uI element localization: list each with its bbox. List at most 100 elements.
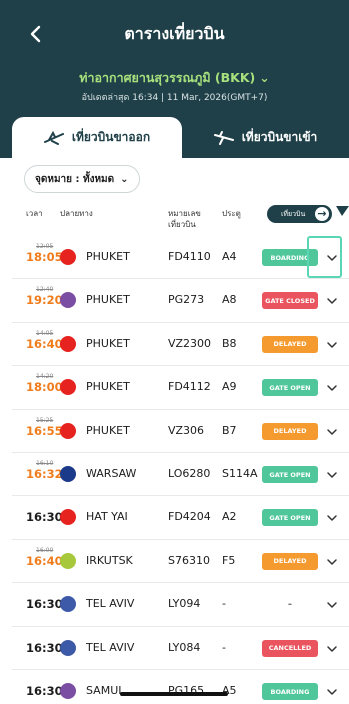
departure-time: 19:20 xyxy=(26,293,63,308)
flight-row[interactable]: 16:30 TEL AVIV LY084 - CANCELLED xyxy=(0,627,349,670)
status-badge: DELAYED xyxy=(262,422,318,440)
expand-button[interactable] xyxy=(325,467,339,481)
scheduled-time: 15:25 xyxy=(36,416,54,424)
expand-button[interactable] xyxy=(325,597,339,611)
chevron-down-icon xyxy=(327,515,337,522)
flight-row[interactable]: 12:40 19:20 PHUKET PG273 A8 GATE CLOSED xyxy=(0,279,349,322)
destination-filter[interactable]: จุดหมาย : ทั้งหมด ⌄ xyxy=(24,165,140,193)
vietjet-logo xyxy=(60,335,76,352)
departure-time: 16:30 xyxy=(26,640,63,655)
gate: F5 xyxy=(222,553,236,567)
departure-time: 16:55 xyxy=(26,423,63,438)
expand-button[interactable] xyxy=(325,510,339,524)
chevron-down-icon xyxy=(327,428,337,435)
departure-time: 16:40 xyxy=(26,553,63,568)
tab-departures-label: เที่ยวบินขาออก xyxy=(71,130,151,144)
flight-row[interactable]: 16:30 TEL AVIV LY094 - - xyxy=(0,583,349,626)
lot-logo xyxy=(60,466,76,482)
gate: A9 xyxy=(222,380,237,394)
flight-number: VZ2300 xyxy=(168,336,212,350)
chevron-down-icon xyxy=(327,602,337,608)
flight-number: S76310 xyxy=(168,553,210,567)
status-badge: GATE OPEN xyxy=(262,379,318,397)
scheduled-time: 16:00 xyxy=(36,546,54,554)
last-updated: อัปเดตล่าสุด 16:34 | 11 Mar, 2026(GMT+7) xyxy=(81,93,268,103)
col-flight: หมายเลข เที่ยวบิน xyxy=(168,208,201,230)
destination: HAT YAI xyxy=(86,510,128,524)
flight-row[interactable]: 14:05 16:40 PHUKET VZ2300 B8 DELAYED xyxy=(0,323,349,366)
el-al-logo xyxy=(60,596,76,613)
gate: A8 xyxy=(222,293,237,307)
el-al-logo xyxy=(60,639,76,656)
destination: TEL AVIV xyxy=(86,597,135,611)
scheduled-time: 12:05 xyxy=(36,243,54,250)
destination: PHUKET xyxy=(86,250,130,263)
tooltip-pointer-icon xyxy=(336,206,349,216)
home-indicator xyxy=(120,692,228,696)
col-gate: ประตู xyxy=(222,209,241,218)
departure-time: 16:30 xyxy=(26,597,63,612)
status-badge: CANCELLED xyxy=(262,639,318,657)
destination: TEL AVIV xyxy=(86,640,135,654)
destination: WARSAW xyxy=(86,467,137,480)
status-badge: - xyxy=(287,599,293,611)
flight-number: LO6280 xyxy=(168,467,211,480)
tab-arrivals[interactable]: เที่ยวบินขาเข้า xyxy=(182,117,349,158)
status-badge: BOARDING xyxy=(262,683,318,700)
expand-button[interactable] xyxy=(325,554,339,568)
airasia-logo xyxy=(60,249,76,265)
gate: - xyxy=(222,597,226,611)
chevron-down-icon: ⌄ xyxy=(259,70,270,85)
expand-button[interactable] xyxy=(325,424,339,438)
flight-row[interactable]: 16:00 16:40 IRKUTSK S76310 F5 DELAYED xyxy=(0,540,349,583)
chevron-down-icon xyxy=(327,385,337,391)
destination: PHUKET xyxy=(86,336,130,350)
flight-row[interactable]: 16:10 16:32 WARSAW LO6280 S114A GATE OPEN xyxy=(0,453,349,496)
col-time: เวลา xyxy=(26,209,43,218)
header: ตารางเที่ยวบิน ท่าอากาศยานสุวรรณภูมิ (BK… xyxy=(0,0,349,158)
tab-departures[interactable]: เที่ยวบินขาออก xyxy=(12,117,182,158)
destination: PHUKET xyxy=(86,423,130,437)
filter-label: จุดหมาย : ทั้งหมด xyxy=(35,173,115,185)
gate: A4 xyxy=(222,250,237,263)
departure-time: 18:05 xyxy=(26,250,63,264)
departure-time: 16:30 xyxy=(26,510,63,525)
tab-arrivals-label: เที่ยวบินขาเข้า xyxy=(241,130,318,144)
departure-time: 16:30 xyxy=(26,684,63,698)
gate: B7 xyxy=(222,423,237,437)
flight-row[interactable]: 16:30 HAT YAI FD4204 A2 GATE OPEN xyxy=(0,496,349,539)
expand-button[interactable] xyxy=(325,337,339,351)
expand-button[interactable] xyxy=(325,380,339,394)
airport-selector[interactable]: ท่าอากาศยานสุวรรณภูมิ (BKK) ⌄ xyxy=(0,68,349,88)
airport-label: ท่าอากาศยานสุวรรณภูมิ (BKK) xyxy=(79,70,256,85)
bangkok-airways-logo xyxy=(60,683,76,699)
toggle-label: เที่ยวบิน xyxy=(281,209,306,218)
expand-button[interactable] xyxy=(325,293,339,307)
scheduled-time: 16:10 xyxy=(36,460,54,467)
page-title: ตารางเที่ยวบิน xyxy=(124,24,225,43)
status-badge: GATE OPEN xyxy=(262,509,318,527)
flight-row[interactable]: 14:20 18:00 PHUKET FD4112 A9 GATE OPEN xyxy=(0,366,349,409)
destination: PHUKET xyxy=(86,380,130,394)
flight-row[interactable]: 16:30 SAMUI PG165 A5 BOARDING xyxy=(0,670,349,704)
gate: - xyxy=(222,640,226,654)
flight-view-toggle[interactable]: เที่ยวบิน → xyxy=(267,205,332,223)
plane-arrival-icon xyxy=(213,130,234,145)
toggle-knob: → xyxy=(315,207,329,221)
flight-number: FD4110 xyxy=(168,250,211,263)
chevron-down-icon xyxy=(327,298,337,305)
chevron-down-icon xyxy=(327,559,337,565)
flight-row[interactable]: 15:25 16:55 PHUKET VZ306 B7 DELAYED xyxy=(0,410,349,453)
expand-button[interactable] xyxy=(325,684,339,698)
destination: IRKUTSK xyxy=(86,553,133,567)
flight-number: FD4112 xyxy=(168,380,211,394)
expand-button[interactable] xyxy=(325,641,339,655)
gate: S114A xyxy=(222,467,258,480)
gate: B8 xyxy=(222,336,237,350)
status-badge: DELAYED xyxy=(262,335,318,353)
chevron-down-icon: ⌄ xyxy=(120,173,129,185)
tab-bar: เที่ยวบินขาออก เที่ยวบินขาเข้า xyxy=(0,117,349,158)
expand-highlight xyxy=(307,236,342,278)
airasia-logo xyxy=(60,379,76,396)
flight-row[interactable]: 12:05 18:05 PHUKET FD4110 A4 BOARDING xyxy=(0,236,349,279)
